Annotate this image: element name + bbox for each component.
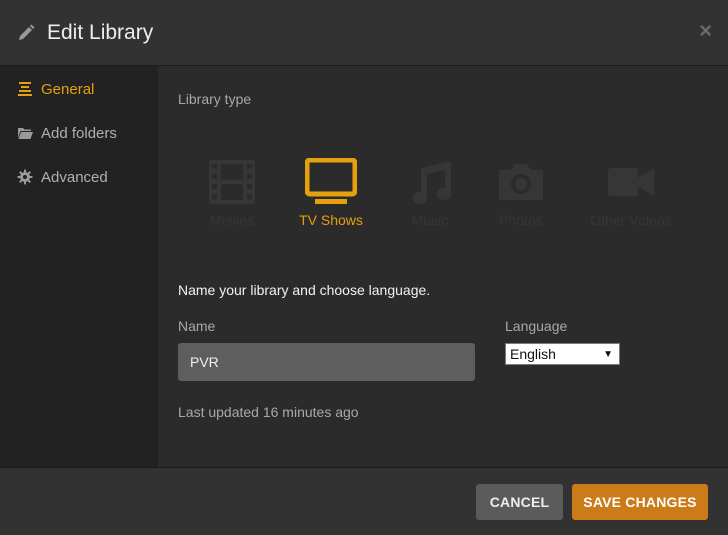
- language-select[interactable]: English ▼: [505, 343, 620, 365]
- sidebar: General Add folders Advanced: [0, 66, 158, 467]
- general-panel: Library type Movies TV Shows Music Photo…: [158, 66, 728, 467]
- folder-icon: [18, 128, 33, 139]
- camera-icon: [499, 164, 543, 200]
- video-camera-icon: [608, 168, 654, 196]
- edit-library-dialog: Edit Library × General Add folders Advan…: [0, 0, 728, 535]
- sidebar-item-add-folders[interactable]: Add folders: [0, 118, 158, 148]
- library-type-label: Other Videos: [590, 212, 672, 228]
- dialog-title: Edit Library: [47, 21, 154, 44]
- language-selected-value: English: [510, 346, 556, 362]
- library-type-label: Movies: [209, 212, 255, 228]
- language-label: Language: [505, 318, 568, 334]
- general-icon: [18, 82, 32, 96]
- sidebar-item-label: Advanced: [41, 169, 108, 186]
- form-heading: Name your library and choose language.: [178, 282, 431, 298]
- dialog-footer: CANCEL SAVE CHANGES: [0, 467, 728, 535]
- name-label: Name: [178, 318, 216, 334]
- sidebar-item-label: General: [41, 81, 95, 98]
- sidebar-item-general[interactable]: General: [0, 74, 158, 104]
- gear-icon: [17, 169, 33, 185]
- library-type-movies[interactable]: Movies: [202, 158, 262, 238]
- library-type-label: TV Shows: [299, 212, 363, 228]
- film-icon: [209, 160, 255, 204]
- library-type-label: Photos: [499, 212, 543, 228]
- close-icon[interactable]: ×: [699, 18, 712, 44]
- library-type-label: Music: [411, 212, 449, 228]
- music-icon: [413, 161, 451, 204]
- library-type-photos[interactable]: Photos: [491, 158, 551, 238]
- library-type-music[interactable]: Music: [400, 158, 460, 238]
- library-type-label: Library type: [178, 91, 252, 107]
- library-type-tv-shows[interactable]: TV Shows: [298, 158, 364, 238]
- sidebar-item-advanced[interactable]: Advanced: [0, 162, 158, 192]
- sidebar-item-label: Add folders: [41, 125, 117, 142]
- library-type-other-videos[interactable]: Other Videos: [586, 158, 676, 238]
- pencil-icon: [19, 24, 35, 40]
- library-name-input[interactable]: [178, 343, 475, 381]
- chevron-down-icon: ▼: [603, 349, 613, 360]
- tv-icon: [305, 158, 357, 204]
- cancel-button[interactable]: CANCEL: [476, 484, 563, 520]
- last-updated-text: Last updated 16 minutes ago: [178, 404, 359, 420]
- dialog-header: Edit Library ×: [0, 0, 728, 66]
- save-changes-button[interactable]: SAVE CHANGES: [572, 484, 708, 520]
